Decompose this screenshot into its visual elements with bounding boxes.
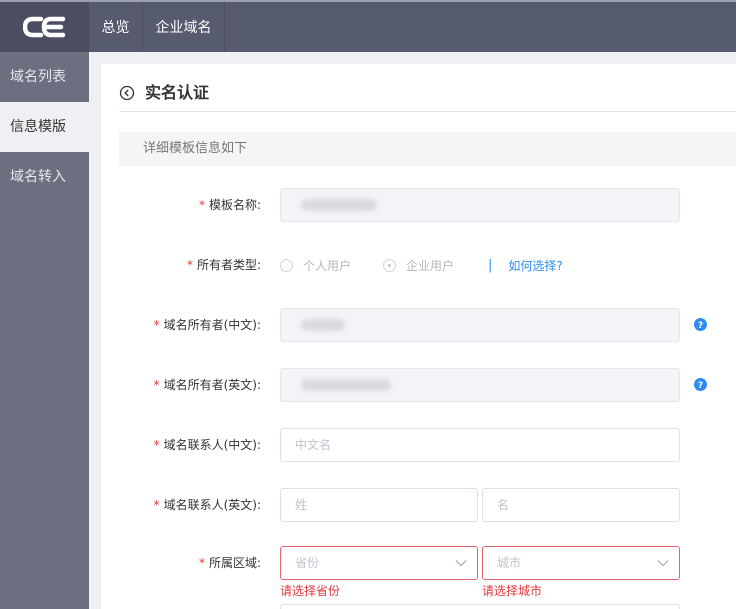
sidebar-item-domain-transfer[interactable]: 域名转入 — [0, 152, 89, 202]
template-name-label: * 模板名称: — [198, 198, 261, 212]
city-select-placeholder: 城市 — [497, 556, 522, 570]
owner-cn-label: * 域名所有者(中文): — [153, 318, 261, 332]
how-to-choose-link[interactable]: 如何选择? — [508, 257, 562, 274]
next-row-input[interactable] — [280, 604, 680, 609]
svg-text:?: ? — [698, 321, 703, 331]
contact-cn-label: * 域名联系人(中文): — [153, 438, 261, 452]
owner-cn-input[interactable] — [280, 308, 680, 342]
owner-type-label: * 所有者类型: — [186, 258, 261, 272]
contact-en-given-input[interactable]: 名 — [482, 488, 680, 522]
radio-personal-label: 个人用户 — [303, 258, 352, 273]
owner-en-label: * 域名所有者(英文): — [153, 378, 261, 392]
svg-text:?: ? — [698, 381, 703, 391]
separator: | — [488, 257, 493, 273]
owner-type-radio-group: 个人用户 企业用户 | 如何选择? — [280, 248, 563, 282]
radio-personal[interactable] — [280, 258, 293, 272]
page-title: 实名认证 — [145, 83, 210, 102]
sidebar: 域名列表 信息模版 域名转入 — [0, 52, 89, 609]
owner-en-input[interactable] — [280, 368, 680, 402]
section-bar: 详细模板信息如下 — [119, 132, 736, 166]
topnav-overview[interactable]: 总览 — [89, 2, 143, 52]
province-error-text: 请选择省份 — [280, 584, 341, 598]
region-label: * 所属区域: — [198, 556, 261, 570]
contact-en-label: * 域名联系人(英文): — [153, 498, 261, 512]
main-panel: 实名认证 详细模板信息如下 * 模板名称: * 所有者类型: 个人用户 企业用户 |… — [101, 64, 736, 609]
help-icon[interactable]: ? — [694, 378, 707, 391]
radio-enterprise-label: 企业用户 — [406, 258, 455, 273]
province-select[interactable]: 省份 — [280, 546, 478, 580]
template-name-input[interactable] — [280, 188, 680, 222]
logo[interactable] — [0, 2, 89, 52]
province-select-placeholder: 省份 — [295, 556, 320, 570]
help-icon[interactable]: ? — [694, 318, 707, 331]
topnav-enterprise-domain[interactable]: 企业域名 — [143, 2, 225, 52]
page-header: 实名认证 — [119, 82, 736, 112]
city-select[interactable]: 城市 — [482, 546, 680, 580]
city-error-text: 请选择城市 — [482, 584, 543, 598]
back-circle-icon[interactable] — [119, 85, 135, 101]
contact-cn-input[interactable]: 中文名 — [280, 428, 680, 462]
contact-en-surname-input[interactable]: 姓 — [280, 488, 478, 522]
chevron-down-icon — [657, 560, 669, 567]
top-bar: 总览 企业域名 — [0, 0, 736, 52]
chevron-down-icon — [455, 560, 467, 567]
ce-logo-icon — [22, 16, 65, 38]
sidebar-item-domain-list[interactable]: 域名列表 — [0, 52, 89, 102]
radio-enterprise[interactable] — [383, 258, 397, 272]
sidebar-item-info-template[interactable]: 信息模版 — [0, 102, 89, 152]
